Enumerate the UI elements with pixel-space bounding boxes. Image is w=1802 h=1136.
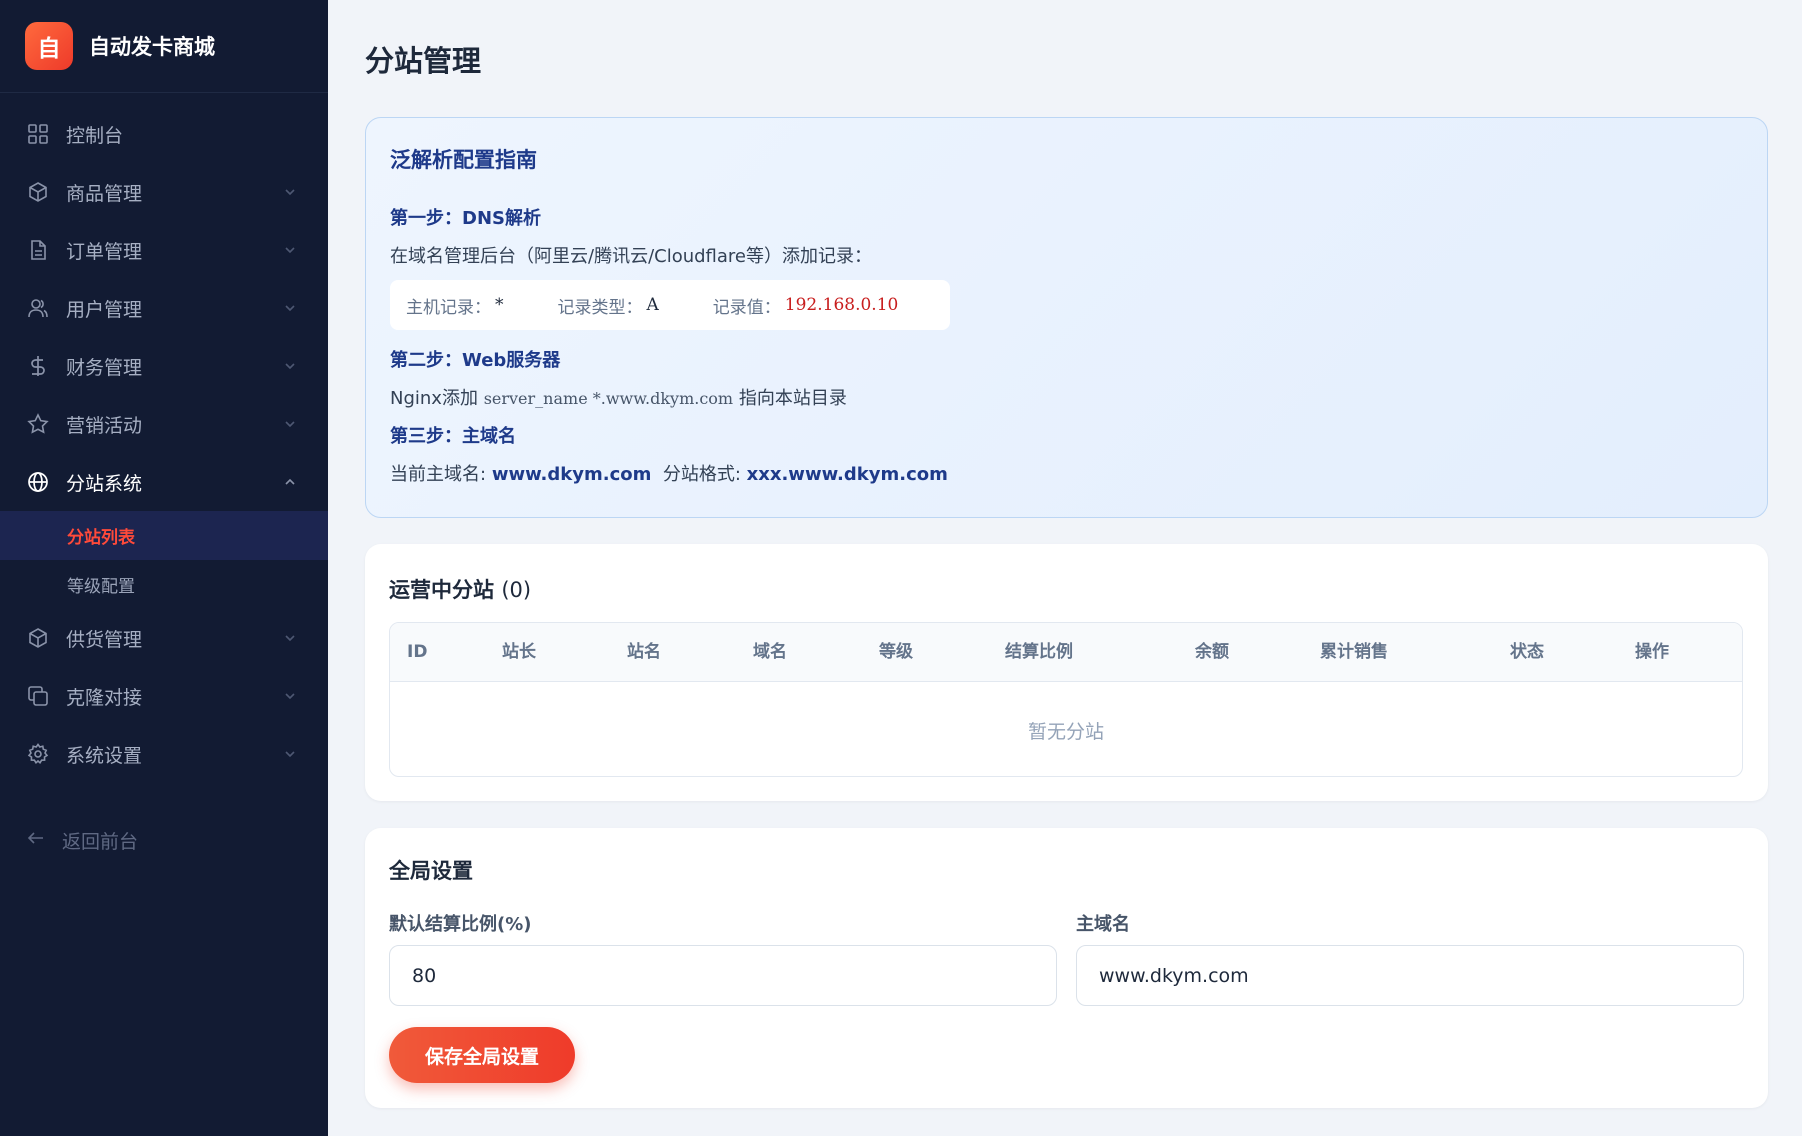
chevron-down-icon <box>282 688 298 704</box>
globe-icon <box>26 470 50 494</box>
app-name: 自动发卡商城 <box>89 35 215 59</box>
sub-format-label: 分站格式: <box>662 464 741 485</box>
chevron-down-icon <box>282 416 298 432</box>
sidebar-item-label: 分站系统 <box>66 472 143 495</box>
chevron-down-icon <box>282 242 298 258</box>
document-icon <box>26 238 50 262</box>
guide-title: 泛解析配置指南 <box>390 148 537 172</box>
copy-icon <box>26 684 50 708</box>
wildcard-guide-panel: 泛解析配置指南 第一步：DNS解析 在域名管理后台（阿里云/腾讯云/Cloudf… <box>365 117 1768 518</box>
settle-ratio-input[interactable] <box>389 945 1057 1006</box>
main-domain-field-label: 主域名 <box>1076 914 1130 935</box>
sidebar-item-users[interactable]: 用户管理 <box>0 279 328 337</box>
settings-title: 全局设置 <box>389 859 473 883</box>
chevron-down-icon <box>282 300 298 316</box>
host-record-label: 主机记录： <box>406 297 491 318</box>
column-header-actions[interactable]: 操作 <box>1635 623 1669 682</box>
sidebar-item-orders[interactable]: 订单管理 <box>0 221 328 279</box>
global-settings-card: 全局设置 默认结算比例(%) 主域名 保存全局设置 <box>365 828 1768 1108</box>
guide-step1-desc: 在域名管理后台（阿里云/腾讯云/Cloudflare等）添加记录： <box>390 246 872 267</box>
sidebar: 自 自动发卡商城 控制台 商品管理 订单管理 用户管理 财务管理 营销活动 分站… <box>0 0 328 1136</box>
ratio-label: 默认结算比例(%) <box>389 914 532 935</box>
guide-step1-title: 第一步：DNS解析 <box>390 208 541 229</box>
dollar-icon <box>26 354 50 378</box>
record-type-label: 记录类型： <box>557 297 643 318</box>
guide-step2-desc: Nginx添加 server_name *.www.dkym.com 指向本站目… <box>390 384 847 410</box>
sidebar-item-label: 财务管理 <box>66 356 143 379</box>
dashboard-icon <box>26 122 50 146</box>
column-header-site-name[interactable]: 站名 <box>627 623 661 682</box>
star-icon <box>26 412 50 436</box>
gear-icon <box>26 742 50 766</box>
sidebar-item-label: 营销活动 <box>66 414 143 437</box>
record-value-label: 记录值： <box>712 297 781 318</box>
record-value-ip: 192.168.0.10 <box>784 295 899 315</box>
sidebar-item-finance[interactable]: 财务管理 <box>0 337 328 395</box>
stations-card: 运营中分站 (0) ID 站长 站名 域名 等级 结算比例 余额 累计销售 状态… <box>365 544 1768 801</box>
arrow-left-icon <box>26 828 46 852</box>
main-domain-label: 当前主域名: <box>390 464 487 485</box>
chevron-up-icon <box>282 474 298 490</box>
box-icon <box>26 180 50 204</box>
save-global-settings-button[interactable]: 保存全局设置 <box>389 1027 575 1083</box>
column-header-owner[interactable]: 站长 <box>502 623 536 682</box>
sidebar-item-label: 用户管理 <box>66 298 143 321</box>
box-icon <box>26 626 50 650</box>
chevron-down-icon <box>282 630 298 646</box>
guide-step3-title: 第三步：主域名 <box>390 426 516 447</box>
stations-title-text: 运营中分站 <box>389 578 494 602</box>
brand[interactable]: 自 自动发卡商城 <box>0 0 328 93</box>
users-icon <box>26 296 50 320</box>
stations-title: 运营中分站 (0) <box>389 574 531 604</box>
sidebar-item-supply[interactable]: 供货管理 <box>0 609 328 667</box>
column-header-total-sales[interactable]: 累计销售 <box>1320 623 1388 682</box>
guide-step3-desc: 当前主域名: www.dkym.com 分站格式: xxx.www.dkym.c… <box>390 460 948 486</box>
column-header-settle-ratio[interactable]: 结算比例 <box>1005 623 1073 682</box>
main-domain-input[interactable] <box>1076 945 1744 1006</box>
main-domain-value: www.dkym.com <box>491 464 652 485</box>
column-header-status[interactable]: 状态 <box>1510 623 1544 682</box>
sub-format-value: xxx.www.dkym.com <box>746 464 948 485</box>
sidebar-item-marketing[interactable]: 营销活动 <box>0 395 328 453</box>
page-title: 分站管理 <box>365 44 482 78</box>
guide-step2-title: 第二步：Web服务器 <box>390 350 561 371</box>
stations-count: (0) <box>501 578 532 602</box>
sidebar-item-label: 商品管理 <box>66 182 143 205</box>
app-logo: 自 <box>25 22 73 70</box>
sidebar-item-clone[interactable]: 克隆对接 <box>0 667 328 725</box>
record-type-value: A <box>646 295 659 315</box>
sidebar-item-dashboard[interactable]: 控制台 <box>0 105 328 163</box>
sidebar-subitem-substation-list[interactable]: 分站列表 <box>0 511 328 560</box>
sidebar-menu: 控制台 商品管理 订单管理 用户管理 财务管理 营销活动 分站系统 分站列表 等… <box>0 105 328 783</box>
step2-prefix: Nginx添加 <box>390 388 478 409</box>
chevron-down-icon <box>282 184 298 200</box>
sidebar-item-label: 订单管理 <box>66 240 143 263</box>
host-record-value: * <box>495 295 504 315</box>
column-header-domain[interactable]: 域名 <box>753 623 787 682</box>
sidebar-item-settings[interactable]: 系统设置 <box>0 725 328 783</box>
sidebar-item-label: 控制台 <box>66 124 124 147</box>
sidebar-item-label: 供货管理 <box>66 628 143 651</box>
step2-code: server_name *.www.dkym.com <box>483 389 734 408</box>
column-header-balance[interactable]: 余额 <box>1195 623 1229 682</box>
sidebar-item-substations[interactable]: 分站系统 <box>0 453 328 511</box>
table-empty-state: 暂无分站 <box>1027 720 1104 743</box>
back-label: 返回前台 <box>62 830 139 853</box>
sidebar-item-label: 系统设置 <box>66 744 143 767</box>
chevron-down-icon <box>282 746 298 762</box>
sidebar-subitem-level-config[interactable]: 等级配置 <box>0 560 328 609</box>
chevron-down-icon <box>282 358 298 374</box>
column-header-id[interactable]: ID <box>407 623 427 682</box>
step2-suffix: 指向本站目录 <box>738 388 847 409</box>
table-header: ID 站长 站名 域名 等级 结算比例 余额 累计销售 状态 操作 <box>390 623 1742 682</box>
back-to-front-link[interactable]: 返回前台 <box>0 812 328 868</box>
column-header-level[interactable]: 等级 <box>879 623 913 682</box>
sidebar-item-products[interactable]: 商品管理 <box>0 163 328 221</box>
stations-table: ID 站长 站名 域名 等级 结算比例 余额 累计销售 状态 操作 暂无分站 <box>389 622 1743 777</box>
sidebar-item-label: 克隆对接 <box>66 686 143 709</box>
dns-record-box: 主机记录： * 记录类型： A 记录值： 192.168.0.10 <box>390 280 950 330</box>
